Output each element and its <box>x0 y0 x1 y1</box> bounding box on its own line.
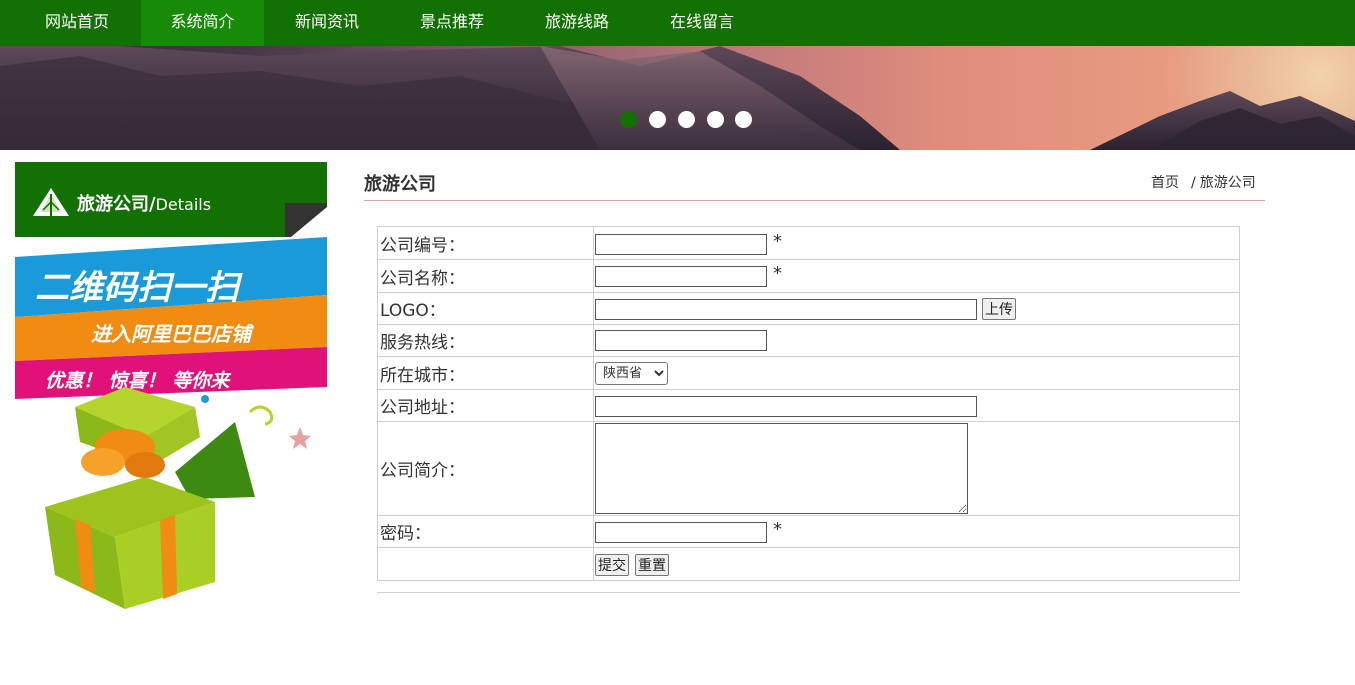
nav-item-home[interactable]: 网站首页 <box>24 0 130 46</box>
submit-button[interactable]: 提交 <box>595 554 629 576</box>
form-row-password: 密码： * <box>378 516 1239 548</box>
nav-item-scenic[interactable]: 景点推荐 <box>399 0 505 46</box>
mountain-landscape-image <box>0 46 1355 150</box>
nav-item-message[interactable]: 在线留言 <box>649 0 755 46</box>
carousel-dot-4[interactable] <box>707 111 724 128</box>
nav-item-about[interactable]: 系统简介 <box>141 0 264 46</box>
hotline-input[interactable] <box>595 330 767 351</box>
carousel-dot-1[interactable] <box>620 111 637 128</box>
breadcrumb-current: 旅游公司 <box>1199 175 1256 191</box>
breadcrumb: 首页 / 旅游公司 <box>1151 172 1256 192</box>
banner-carousel <box>0 46 1355 150</box>
form-row-address: 公司地址： <box>378 390 1239 422</box>
corner-fold-decoration <box>285 203 327 237</box>
reset-button[interactable]: 重置 <box>635 554 669 576</box>
nav-item-news[interactable]: 新闻资讯 <box>274 0 380 46</box>
company-name-label: 公司名称： <box>378 260 594 292</box>
promo-text-qr: 二维码扫一扫 <box>35 268 243 308</box>
promo-text-offer: 优惠！ 惊喜！ 等你来 <box>45 370 232 392</box>
gift-box-icon <box>45 387 315 609</box>
upload-button[interactable]: 上传 <box>982 298 1016 320</box>
carousel-dot-3[interactable] <box>678 111 695 128</box>
intro-textarea[interactable] <box>595 423 968 514</box>
sidebar-header: 旅游公司/Details <box>15 162 327 237</box>
required-marker: * <box>773 231 782 252</box>
form-row-intro: 公司简介： <box>378 422 1239 516</box>
carousel-dot-2[interactable] <box>649 111 666 128</box>
intro-label: 公司简介： <box>378 422 594 515</box>
company-no-input[interactable] <box>595 234 767 255</box>
company-no-label: 公司编号： <box>378 227 594 259</box>
promo-text-shop: 进入阿里巴巴店铺 <box>91 322 254 346</box>
city-select[interactable]: 陕西省 <box>595 362 668 385</box>
hotline-label: 服务热线： <box>378 325 594 356</box>
address-input[interactable] <box>595 396 977 417</box>
nav-item-routes[interactable]: 旅游线路 <box>524 0 630 46</box>
top-nav: 网站首页 系统简介 新闻资讯 景点推荐 旅游线路 在线留言 <box>0 0 1355 46</box>
password-input[interactable] <box>595 522 767 543</box>
page-title: 旅游公司 <box>364 174 436 195</box>
form-row-logo: LOGO： 上传 <box>378 293 1239 325</box>
company-name-input[interactable] <box>595 266 767 287</box>
city-label: 所在城市： <box>378 357 594 389</box>
password-label: 密码： <box>378 516 594 547</box>
qr-promo-banner: 二维码扫一扫 进入阿里巴巴店铺 优惠！ 惊喜！ 等你来 <box>15 237 327 609</box>
breadcrumb-home-link[interactable]: 首页 <box>1151 175 1179 191</box>
tree-logo-icon <box>33 188 69 216</box>
carousel-dot-5[interactable] <box>735 111 752 128</box>
address-label: 公司地址： <box>378 390 594 421</box>
required-marker: * <box>773 519 782 540</box>
form-row-hotline: 服务热线： <box>378 325 1239 357</box>
logo-label: LOGO： <box>378 293 594 324</box>
sidebar-title: 旅游公司/Details <box>77 194 212 215</box>
form-bottom-divider <box>377 592 1240 593</box>
form-row-company-name: 公司名称： * <box>378 260 1239 293</box>
breadcrumb-separator: / <box>1191 175 1196 191</box>
actions-label-cell <box>378 548 594 580</box>
form-row-city: 所在城市： 陕西省 <box>378 357 1239 390</box>
form-row-actions: 提交 重置 <box>378 548 1239 580</box>
title-underline <box>364 200 1265 201</box>
required-marker: * <box>773 263 782 284</box>
logo-path-input[interactable] <box>595 299 977 320</box>
company-form: 公司编号： * 公司名称： * LOGO： 上传 服务热线： 所在城市： 陕西省 <box>377 226 1240 581</box>
form-row-company-no: 公司编号： * <box>378 227 1239 260</box>
